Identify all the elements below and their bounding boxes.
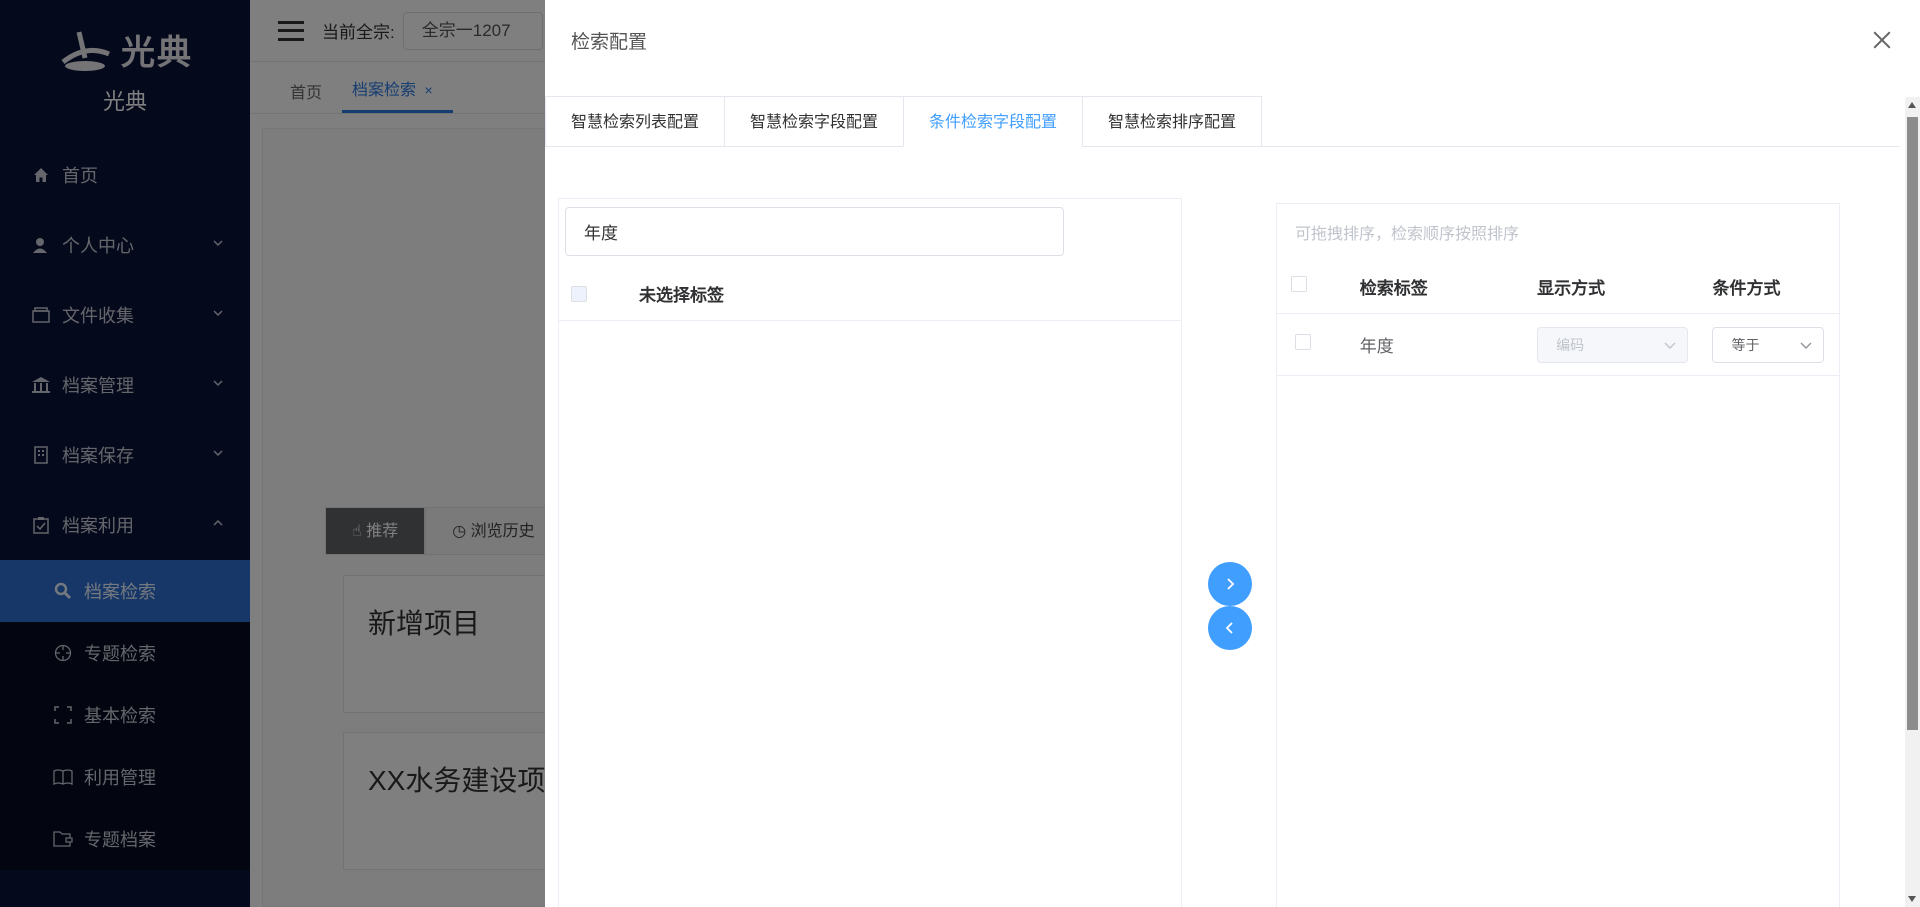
select-all-checkbox[interactable] <box>571 285 587 302</box>
column-header: 显示方式 <box>1537 279 1606 298</box>
label-search-input[interactable] <box>565 207 1064 256</box>
move-right-button[interactable] <box>1208 562 1252 606</box>
chevron-left-icon <box>1225 622 1233 634</box>
scrollbar-thumb[interactable] <box>1907 117 1918 730</box>
select-value: 编码 <box>1556 336 1585 353</box>
move-left-button[interactable] <box>1208 606 1252 650</box>
scroll-up-icon[interactable] <box>1908 102 1916 108</box>
tab-condition-field-config[interactable]: 条件检索字段配置 <box>903 96 1083 147</box>
select-all-checkbox[interactable] <box>1291 276 1307 292</box>
scroll-down-icon[interactable] <box>1908 896 1916 902</box>
condition-mode-select[interactable]: 等于 <box>1712 326 1825 363</box>
select-value: 等于 <box>1731 336 1760 353</box>
chevron-down-icon <box>1664 342 1676 349</box>
tab-smart-sort-config[interactable]: 智慧检索排序配置 <box>1082 96 1263 147</box>
unselected-header-label: 未选择标签 <box>639 286 724 305</box>
search-config-drawer: 检索配置 智慧检索列表配置 智慧检索字段配置 条件检索字段配置 智慧检索排序配置… <box>545 0 1920 907</box>
selected-panel: 可拖拽排序，检索顺序按照排序 检索标签 显示方式 条件方式 年度 编码 等于 <box>1276 203 1840 907</box>
row-label: 年度 <box>1359 337 1394 356</box>
tab-smart-field-config[interactable]: 智慧检索字段配置 <box>724 96 904 147</box>
chevron-down-icon <box>1800 342 1812 349</box>
selected-table-header: 检索标签 显示方式 条件方式 <box>1277 260 1839 314</box>
tab-smart-list-config[interactable]: 智慧检索列表配置 <box>545 96 725 147</box>
row-checkbox[interactable] <box>1295 334 1311 350</box>
unselected-header: 未选择标签 <box>559 267 1181 321</box>
drawer-header: 检索配置 <box>545 0 1920 80</box>
display-mode-select: 编码 <box>1537 326 1689 363</box>
drawer-scrollbar[interactable] <box>1905 97 1920 907</box>
chevron-right-icon <box>1227 578 1235 590</box>
config-tabs: 智慧检索列表配置 智慧检索字段配置 条件检索字段配置 智慧检索排序配置 <box>545 96 1900 147</box>
drawer-title: 检索配置 <box>571 31 648 53</box>
column-header: 检索标签 <box>1359 279 1428 298</box>
table-row[interactable]: 年度 编码 等于 <box>1277 314 1839 376</box>
close-icon[interactable] <box>1870 28 1894 52</box>
drag-sort-hint: 可拖拽排序，检索顺序按照排序 <box>1295 226 1520 243</box>
unselected-panel: 未选择标签 <box>558 198 1182 907</box>
column-header: 条件方式 <box>1712 279 1781 298</box>
